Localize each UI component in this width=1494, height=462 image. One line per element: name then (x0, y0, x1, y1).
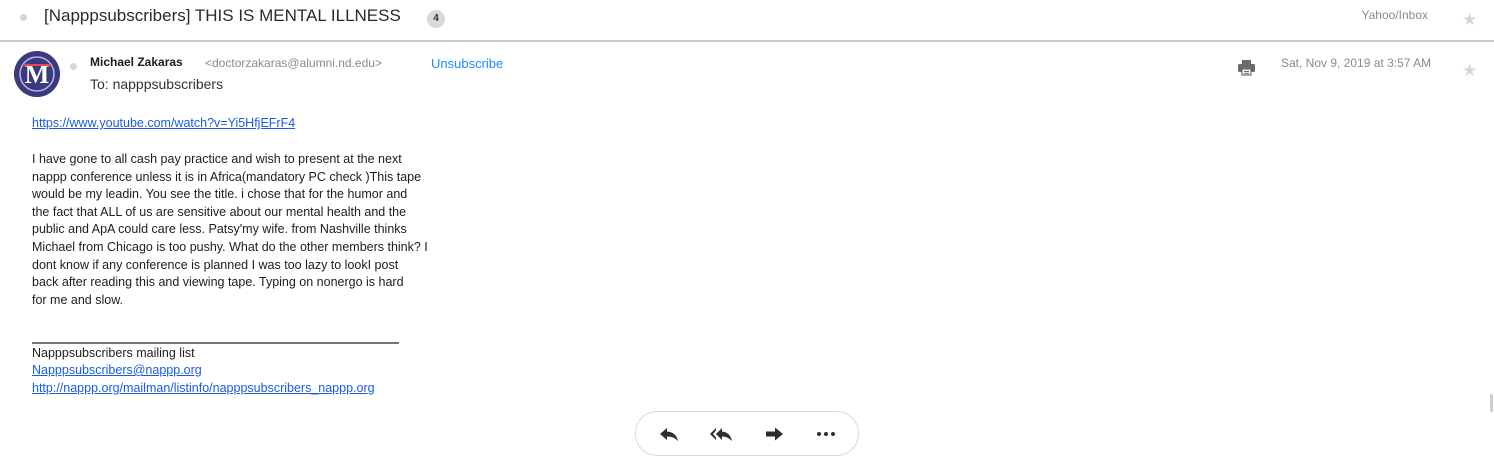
mailing-list-email-link[interactable]: Napppsubscribers@nappp.org (32, 363, 202, 377)
body-line: Michael from Chicago is too pushy. What … (32, 239, 428, 254)
body-line: public and ApA could care less. Patsy'my… (32, 222, 407, 237)
recipient-line: To: napppsubscribers (90, 76, 224, 92)
message-date: Sat, Nov 9, 2019 at 3:57 AM (1281, 56, 1432, 70)
reply-all-icon[interactable] (708, 421, 734, 447)
body-line: would be my leadin. You see the title. i… (32, 187, 408, 202)
mailing-list-url-link[interactable]: http://nappp.org/mailman/listinfo/nappps… (32, 381, 375, 395)
message-count-badge: 4 (427, 10, 445, 28)
email-subject: [Napppsubscribers] THIS IS MENTAL ILLNES… (44, 6, 401, 25)
star-icon[interactable]: ★ (1462, 11, 1477, 28)
star-icon[interactable]: ★ (1462, 62, 1477, 79)
more-icon[interactable] (813, 421, 839, 447)
reply-icon[interactable] (656, 421, 682, 447)
scrollbar-thumb[interactable] (1490, 394, 1493, 412)
subject-bar: [Napppsubscribers] THIS IS MENTAL ILLNES… (0, 0, 1494, 42)
email-view: [Napppsubscribers] THIS IS MENTAL ILLNES… (0, 0, 1494, 462)
folder-breadcrumb[interactable]: Yahoo/Inbox (1362, 8, 1429, 22)
unsubscribe-link[interactable]: Unsubscribe (431, 56, 503, 71)
body-line: for me and slow. (32, 292, 124, 307)
message-body: I have gone to all cash pay practice and… (32, 151, 512, 309)
sender-name[interactable]: Michael Zakaras (90, 55, 183, 69)
mailing-list-name: Napppsubscribers mailing list (32, 346, 195, 360)
read-status-dot-icon[interactable] (70, 63, 77, 70)
youtube-link[interactable]: https://www.youtube.com/watch?v=Yi5HfjEF… (32, 116, 295, 130)
signature-divider (32, 342, 399, 344)
body-line: the fact that ALL of us are sensitive ab… (32, 204, 407, 219)
body-line: dont know if any conference is planned I… (32, 257, 399, 272)
sender-avatar[interactable]: M (14, 51, 60, 97)
body-line: nappp conference unless it is in Africa(… (32, 169, 422, 184)
body-line: back after reading this and viewing tape… (32, 275, 404, 290)
forward-icon[interactable] (762, 421, 788, 447)
unread-dot-icon[interactable] (20, 14, 27, 21)
message-action-bar (635, 411, 859, 456)
sender-email: <doctorzakaras@alumni.nd.edu> (205, 56, 382, 70)
body-line: I have gone to all cash pay practice and… (32, 152, 402, 166)
print-icon[interactable] (1237, 58, 1256, 77)
